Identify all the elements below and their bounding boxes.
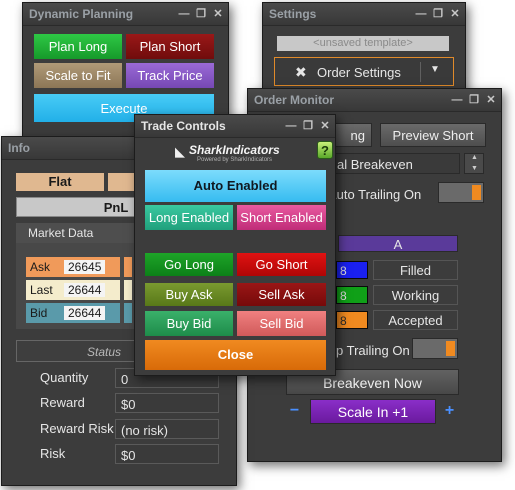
- risk-label: Risk: [40, 446, 66, 461]
- window-title: Info: [8, 141, 30, 155]
- reward-risk-field: (no risk): [115, 419, 219, 439]
- logo-subtext: Powered by SharkIndicators: [197, 157, 273, 163]
- auto-trailing-label: Auto Trailing On: [328, 187, 422, 202]
- auto-trailing-toggle[interactable]: [438, 182, 484, 203]
- minimize-icon[interactable]: —: [176, 3, 192, 25]
- ask-row: Ask 26645: [26, 257, 120, 277]
- minimize-icon[interactable]: —: [283, 115, 299, 137]
- account-selector[interactable]: A: [338, 235, 458, 252]
- quantity-value: 0: [121, 372, 129, 387]
- ask-label: Ask: [30, 260, 51, 274]
- status-filled-label: Filled: [373, 260, 458, 280]
- plan-long-button[interactable]: Plan Long: [34, 34, 122, 59]
- window-title: Trade Controls: [141, 119, 226, 133]
- divider: [420, 62, 421, 82]
- short-enabled-button[interactable]: Short Enabled: [237, 205, 326, 230]
- chevron-down-icon[interactable]: ▼: [430, 64, 440, 75]
- restore-icon[interactable]: ❐: [193, 3, 209, 25]
- buy-bid-button[interactable]: Buy Bid: [145, 311, 233, 336]
- minimize-icon[interactable]: —: [449, 89, 465, 111]
- reward-risk-label: Reward Risk: [40, 421, 114, 436]
- go-long-button[interactable]: Go Long: [145, 253, 233, 276]
- reward-risk-value: (no risk): [121, 423, 168, 438]
- scale-in-decrement-button[interactable]: −: [286, 401, 303, 421]
- toggle-knob: [446, 341, 455, 356]
- risk-field: $0: [115, 444, 219, 464]
- settings-titlebar[interactable]: Settings — ❐ ✕: [263, 3, 465, 26]
- minimize-icon[interactable]: —: [413, 3, 429, 25]
- track-price-button[interactable]: Track Price: [126, 63, 214, 88]
- position-status: Flat: [16, 173, 104, 191]
- auto-enabled-button[interactable]: Auto Enabled: [145, 170, 326, 202]
- status-working-label: Working: [373, 285, 458, 305]
- accepted-swatch-text: 8: [340, 314, 347, 328]
- last-label: Last: [30, 283, 53, 297]
- filled-color-swatch[interactable]: 8: [336, 261, 368, 279]
- dynamic-planning-titlebar[interactable]: Dynamic Planning — ❐ ✕: [23, 3, 228, 26]
- window-title: Settings: [269, 7, 317, 21]
- window-title: Order Monitor: [254, 93, 334, 107]
- last-row: Last 26644: [26, 280, 120, 300]
- restore-icon[interactable]: ❐: [466, 89, 482, 111]
- ask-row-extra: [124, 257, 132, 277]
- scale-to-fit-button[interactable]: Scale to Fit: [34, 63, 122, 88]
- ask-value: 26645: [64, 260, 106, 274]
- market-data-label: Market Data: [28, 226, 94, 240]
- breakeven-select-label: al Breakeven: [337, 157, 413, 172]
- logo-text: SharkIndicators: [189, 143, 280, 157]
- trade-controls-window: Trade Controls — ❐ ✕ ◣ SharkIndicators P…: [134, 114, 336, 376]
- restore-icon[interactable]: ❐: [430, 3, 446, 25]
- order-monitor-titlebar[interactable]: Order Monitor — ❐ ✕: [248, 89, 501, 112]
- close-icon[interactable]: ✕: [447, 3, 463, 25]
- order-settings-label: Order Settings: [317, 65, 401, 80]
- risk-value: $0: [121, 448, 136, 463]
- template-select[interactable]: <unsaved template>: [277, 36, 449, 51]
- reward-field: $0: [115, 393, 219, 413]
- close-icon[interactable]: ✕: [483, 89, 499, 111]
- accepted-color-swatch[interactable]: 8: [336, 311, 368, 329]
- spin-down-icon[interactable]: ▼: [471, 165, 478, 172]
- settings-window: Settings — ❐ ✕ <unsaved template> ✖ Orde…: [262, 2, 466, 94]
- shark-fin-icon: ◣: [175, 144, 185, 159]
- preview-short-button[interactable]: Preview Short: [380, 123, 486, 147]
- bid-row-extra: [124, 303, 132, 323]
- window-title: Dynamic Planning: [29, 7, 134, 21]
- working-swatch-text: 8: [340, 289, 347, 303]
- scale-in-button[interactable]: Scale In +1: [310, 399, 436, 424]
- stop-trailing-label: p Trailing On: [336, 343, 410, 358]
- help-button[interactable]: ?: [317, 141, 333, 159]
- sell-bid-button[interactable]: Sell Bid: [237, 311, 326, 336]
- bid-row: Bid 26644: [26, 303, 120, 323]
- go-short-button[interactable]: Go Short: [237, 253, 326, 276]
- close-icon[interactable]: ✕: [317, 115, 333, 137]
- shark-logo: ◣ SharkIndicators Powered by SharkIndica…: [175, 143, 285, 165]
- status-label: Status: [87, 345, 122, 359]
- filled-swatch-text: 8: [340, 264, 347, 278]
- breakeven-spinner[interactable]: ▲ ▼: [464, 153, 484, 174]
- sell-ask-button[interactable]: Sell Ask: [237, 283, 326, 306]
- plan-short-button[interactable]: Plan Short: [126, 34, 214, 59]
- order-settings-button[interactable]: ✖ Order Settings ▼: [274, 57, 454, 86]
- scale-in-increment-button[interactable]: +: [441, 401, 458, 421]
- last-row-extra: [124, 280, 132, 300]
- trade-controls-titlebar[interactable]: Trade Controls — ❐ ✕: [135, 115, 335, 138]
- close-icon[interactable]: ✕: [210, 3, 226, 25]
- bid-value: 26644: [64, 306, 106, 320]
- buy-ask-button[interactable]: Buy Ask: [145, 283, 233, 306]
- long-enabled-button[interactable]: Long Enabled: [145, 205, 233, 230]
- last-value: 26644: [64, 283, 106, 297]
- close-position-button[interactable]: Close: [145, 340, 326, 370]
- stop-trailing-toggle[interactable]: [412, 338, 458, 359]
- spin-up-icon[interactable]: ▲: [471, 154, 478, 161]
- status-accepted-label: Accepted: [373, 310, 458, 330]
- toggle-knob: [472, 185, 481, 200]
- reward-label: Reward: [40, 395, 85, 410]
- tools-icon: ✖: [295, 64, 307, 80]
- bid-label: Bid: [30, 306, 48, 320]
- restore-icon[interactable]: ❐: [300, 115, 316, 137]
- quantity-label: Quantity: [40, 370, 89, 385]
- reward-value: $0: [121, 397, 136, 412]
- working-color-swatch[interactable]: 8: [336, 286, 368, 304]
